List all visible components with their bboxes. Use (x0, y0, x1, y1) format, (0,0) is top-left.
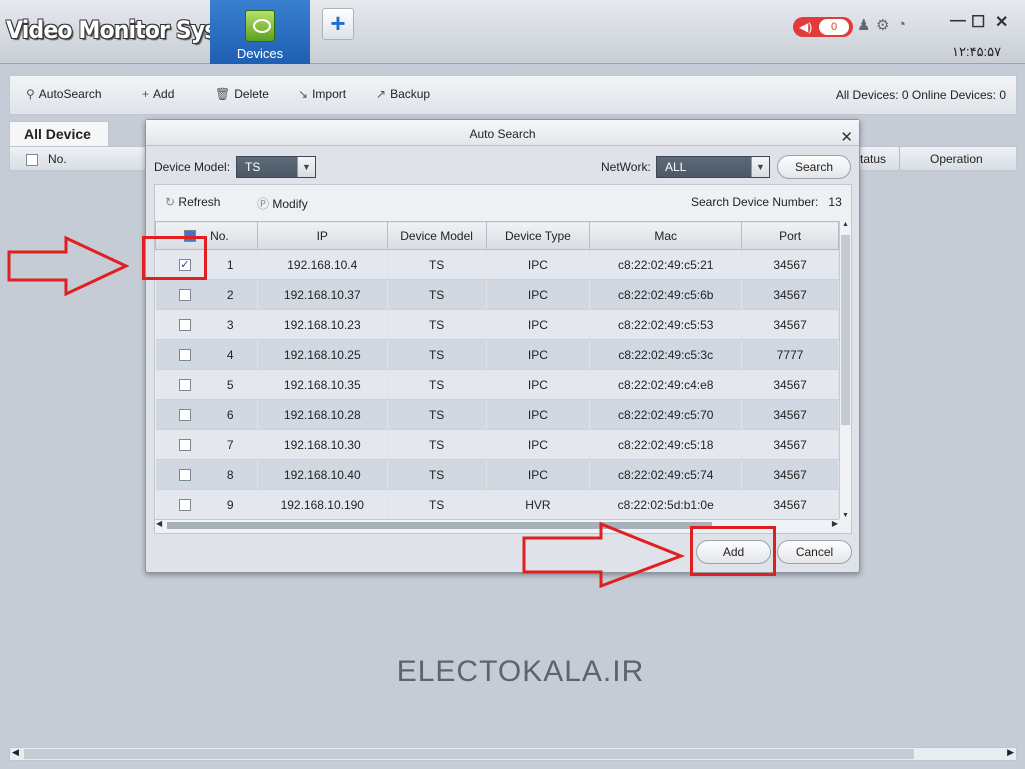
highlight-first-row-checkbox (142, 236, 207, 280)
highlight-add-button (690, 526, 776, 576)
annotation-overlay (7, 235, 686, 589)
arrow-annotation-bottom (522, 521, 686, 589)
arrow-annotation-left (7, 235, 130, 297)
